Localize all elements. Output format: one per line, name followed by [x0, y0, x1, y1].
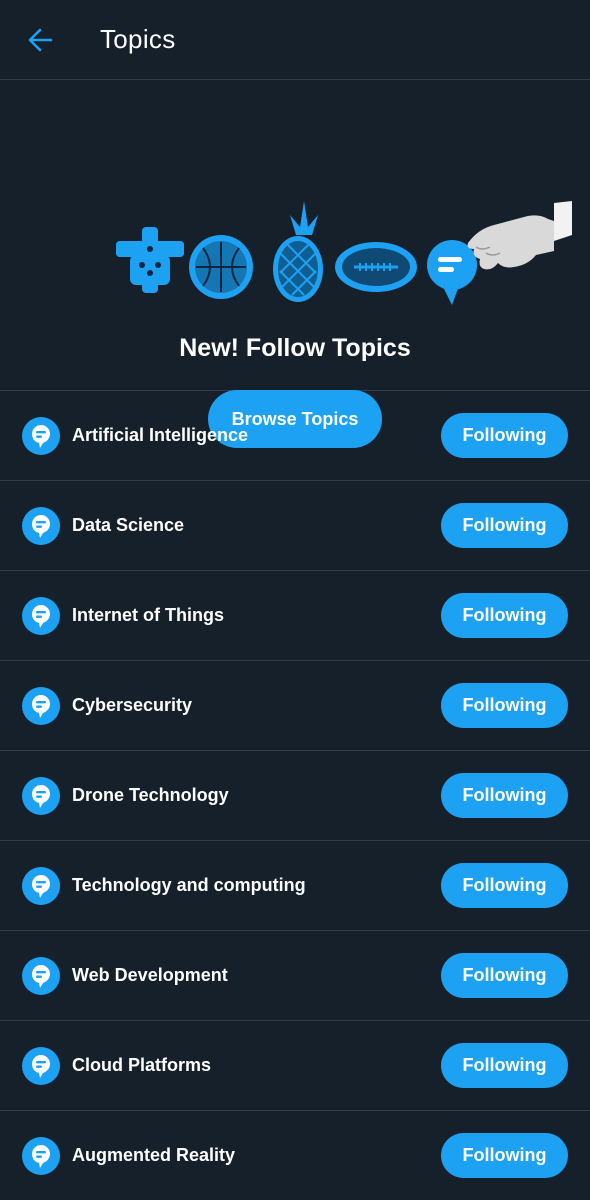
- back-button[interactable]: [20, 20, 60, 60]
- topic-label: Cybersecurity: [72, 695, 193, 715]
- topic-bubble-icon: [22, 1046, 60, 1085]
- topic-row[interactable]: Drone Technology Following: [0, 751, 590, 841]
- topic-label: Technology and computing: [72, 875, 306, 895]
- topic-row[interactable]: Data Science Following: [0, 481, 590, 571]
- basketball-icon: [189, 235, 253, 299]
- topic-label: Web Development: [72, 965, 228, 985]
- following-button[interactable]: Following: [441, 1133, 568, 1178]
- following-button[interactable]: Following: [441, 773, 568, 818]
- following-button[interactable]: Following: [441, 953, 568, 998]
- topic-label: Augmented Reality: [72, 1145, 236, 1165]
- following-button[interactable]: Following: [441, 413, 568, 458]
- topic-bubble-icon: [22, 686, 60, 725]
- topic-bubble-icon: [22, 506, 60, 545]
- topic-label: Internet of Things: [72, 605, 224, 625]
- topic-row[interactable]: Augmented Reality Following: [0, 1111, 590, 1200]
- topic-row[interactable]: Artificial Intelligence Following: [0, 391, 590, 481]
- topics-illustration: [116, 201, 572, 305]
- following-button[interactable]: Following: [441, 863, 568, 908]
- football-icon: [335, 242, 417, 292]
- topic-label: Data Science: [72, 515, 185, 535]
- topic-bubble-icon: [22, 1136, 60, 1175]
- banner-title: New! Follow Topics: [179, 334, 411, 362]
- topic-row[interactable]: Cybersecurity Following: [0, 661, 590, 751]
- following-button[interactable]: Following: [441, 593, 568, 638]
- following-button[interactable]: Following: [441, 503, 568, 548]
- gamepad-icon: [116, 227, 184, 293]
- following-button[interactable]: Following: [441, 1043, 568, 1088]
- topic-bubble-icon: [22, 416, 60, 455]
- follow-topics-banner: New! Follow Topics Browse Topics: [0, 80, 590, 448]
- hand-icon: [467, 201, 572, 270]
- page-title: Topics: [100, 24, 176, 54]
- topic-bubble-icon: [22, 596, 60, 635]
- topic-row[interactable]: Web Development Following: [0, 931, 590, 1021]
- topics-screen: Topics New! Follow Topics Browse Topics …: [0, 0, 590, 1200]
- topic-bubble-icon: [22, 956, 60, 995]
- topic-row[interactable]: Internet of Things Following: [0, 571, 590, 661]
- topic-bubble-icon: [22, 776, 60, 815]
- topic-row[interactable]: Cloud Platforms Following: [0, 1021, 590, 1111]
- topic-row[interactable]: Technology and computing Following: [0, 841, 590, 931]
- topic-label: Artificial Intelligence: [72, 425, 249, 445]
- topic-list: Artificial Intelligence Following Data S…: [0, 391, 590, 1200]
- topic-label: Cloud Platforms: [72, 1055, 212, 1075]
- pineapple-icon: [273, 201, 323, 302]
- arrow-left-icon: [28, 28, 53, 51]
- topic-bubble-icon: [427, 240, 477, 305]
- topic-label: Drone Technology: [72, 785, 229, 805]
- following-button[interactable]: Following: [441, 683, 568, 728]
- top-app-bar: Topics: [0, 0, 590, 80]
- topic-bubble-icon: [22, 866, 60, 905]
